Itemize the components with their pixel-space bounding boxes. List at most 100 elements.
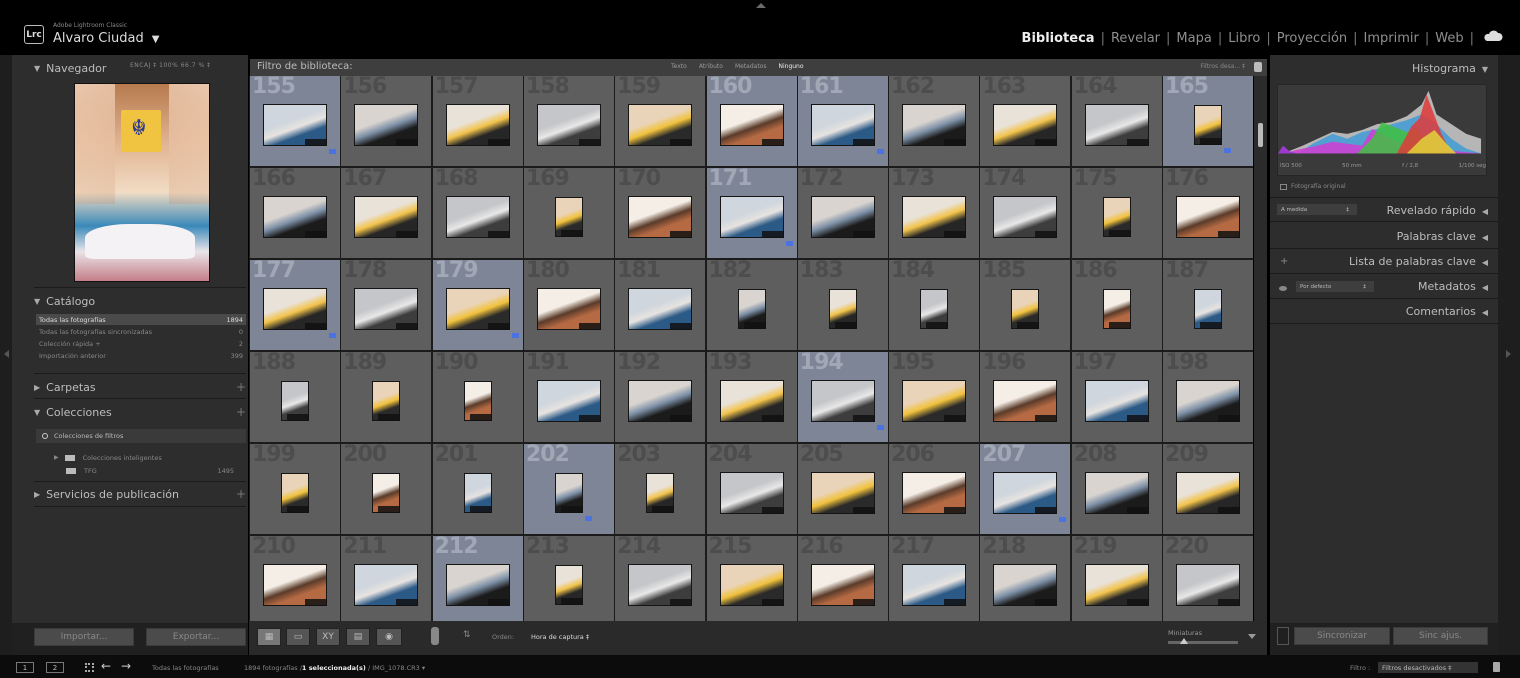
catalog-row-all-photos[interactable]: Todas las fotografías 1894 [36, 314, 246, 325]
photo-badges-icon[interactable] [944, 231, 967, 238]
collection-tfg[interactable]: TFG 1495 [36, 465, 246, 476]
folders-header[interactable]: ▶ Carpetas + [34, 378, 246, 396]
photo-cell[interactable]: 191 [523, 352, 614, 442]
photo-cell[interactable]: 215 [706, 536, 797, 621]
photo-cell[interactable]: 210 [250, 536, 340, 621]
photo-cell[interactable]: 200 [341, 444, 432, 534]
photo-badges-icon[interactable] [761, 415, 784, 422]
lock-icon[interactable] [1254, 62, 1262, 72]
photo-cell[interactable]: 172 [797, 168, 888, 258]
quick-develop-preset-select[interactable]: A medida ‡ [1277, 204, 1357, 215]
photo-cell[interactable]: 187 [1163, 260, 1253, 350]
photo-badges-icon[interactable] [1035, 231, 1058, 238]
module-web[interactable]: Web [1429, 31, 1469, 46]
photo-cell[interactable]: 166 [250, 168, 340, 258]
photo-badges-icon[interactable] [469, 414, 492, 421]
photo-badges-icon[interactable] [1126, 507, 1149, 514]
photo-badges-icon[interactable] [670, 415, 693, 422]
cloud-icon[interactable] [1483, 30, 1503, 42]
photo-cell[interactable]: 167 [341, 168, 432, 258]
photo-badges-icon[interactable] [1035, 599, 1058, 606]
photo-cell[interactable]: 163 [980, 76, 1071, 166]
photo-badges-icon[interactable] [1126, 415, 1149, 422]
photo-badges-icon[interactable] [852, 415, 875, 422]
photo-badges-icon[interactable] [305, 231, 327, 238]
histogram-header[interactable]: Histograma ▼ [1412, 62, 1488, 75]
module-imprimir[interactable]: Imprimir [1358, 31, 1425, 46]
photo-badges-icon[interactable] [1035, 139, 1058, 146]
photo-badges-icon[interactable] [1108, 322, 1131, 329]
photo-badges-icon[interactable] [560, 598, 583, 605]
photo-cell[interactable]: 155 [250, 76, 340, 166]
sync-settings-button[interactable]: Sinc ajus. [1393, 627, 1488, 645]
photo-cell[interactable]: 194 [797, 352, 888, 442]
people-view-icon[interactable]: ◉ [376, 628, 402, 646]
keywording-header[interactable]: Palabras clave ◀ [1397, 230, 1488, 243]
quick-collection-marker-icon[interactable] [1059, 517, 1067, 522]
photo-cell[interactable]: 171 [706, 168, 797, 258]
filter-tab-atributo[interactable]: Atributo [693, 63, 729, 70]
photo-cell[interactable]: 157 [432, 76, 523, 166]
photo-cell[interactable]: 179 [432, 260, 523, 350]
photo-badges-icon[interactable] [670, 323, 693, 330]
photo-badges-icon[interactable] [396, 323, 419, 330]
loupe-view-icon[interactable]: ▭ [286, 628, 310, 646]
photo-cell[interactable]: 192 [615, 352, 706, 442]
photo-cell[interactable]: 181 [615, 260, 706, 350]
photo-badges-icon[interactable] [1218, 415, 1240, 422]
photo-badges-icon[interactable] [1200, 138, 1222, 145]
sync-button[interactable]: Sincronizar [1294, 627, 1390, 645]
photo-badges-icon[interactable] [852, 139, 875, 146]
thumbnail-slider-knob[interactable] [1180, 638, 1188, 644]
navigator-preview[interactable]: ☬ [74, 83, 210, 282]
photo-badges-icon[interactable] [469, 506, 492, 513]
photo-cell[interactable]: 198 [1163, 352, 1253, 442]
photo-cell[interactable]: 220 [1163, 536, 1253, 621]
painter-spray-icon[interactable] [431, 627, 439, 645]
filter-tab-texto[interactable]: Texto [665, 63, 693, 70]
collections-header[interactable]: ▼ Colecciones + [34, 403, 246, 421]
photo-cell[interactable]: 174 [980, 168, 1071, 258]
photo-cell[interactable]: 183 [797, 260, 888, 350]
photo-cell[interactable]: 184 [889, 260, 980, 350]
navigator-zoom-options[interactable]: ENCAJ ‡ 100% 66.7 % ‡ [130, 62, 211, 69]
photo-badges-icon[interactable] [852, 599, 875, 606]
photo-badges-icon[interactable] [578, 139, 601, 146]
eye-icon[interactable] [1279, 286, 1287, 291]
filmstrip-filter-select[interactable]: Filtros desactivados ‡ [1378, 662, 1478, 673]
grid-scrollbar-thumb[interactable] [1258, 123, 1263, 147]
photo-badges-icon[interactable] [834, 322, 857, 329]
photo-badges-icon[interactable] [305, 323, 327, 330]
photo-cell[interactable]: 211 [341, 536, 432, 621]
photo-badges-icon[interactable] [578, 415, 601, 422]
photo-cell[interactable]: 162 [889, 76, 980, 166]
photo-cell[interactable]: 178 [341, 260, 432, 350]
photo-cell[interactable]: 196 [980, 352, 1071, 442]
photo-badges-icon[interactable] [926, 322, 949, 329]
catalog-row-quick-collection[interactable]: Colección rápida + 2 [36, 338, 246, 349]
photo-cell[interactable]: 175 [1071, 168, 1162, 258]
photo-cell[interactable]: 160 [706, 76, 797, 166]
module-libro[interactable]: Libro [1222, 31, 1266, 46]
photo-cell[interactable]: 217 [889, 536, 980, 621]
filter-tab-ninguno[interactable]: Ninguno [772, 63, 809, 70]
top-panel-toggle-icon[interactable] [756, 3, 766, 8]
photo-cell[interactable]: 190 [432, 352, 523, 442]
photo-cell[interactable]: 189 [341, 352, 432, 442]
photo-cell[interactable]: 161 [797, 76, 888, 166]
photo-badges-icon[interactable] [487, 139, 510, 146]
photo-cell[interactable]: 193 [706, 352, 797, 442]
user-name[interactable]: Alvaro Ciudad ▼ [53, 31, 159, 46]
photo-badges-icon[interactable] [1218, 599, 1240, 606]
photo-cell[interactable]: 205 [797, 444, 888, 534]
photo-badges-icon[interactable] [396, 599, 419, 606]
photo-badges-icon[interactable] [487, 599, 510, 606]
quick-collection-marker-icon[interactable] [329, 149, 336, 154]
photo-badges-icon[interactable] [743, 322, 766, 329]
photo-badges-icon[interactable] [378, 414, 401, 421]
photo-cell[interactable]: 216 [797, 536, 888, 621]
photo-cell[interactable]: 195 [889, 352, 980, 442]
photo-badges-icon[interactable] [560, 230, 583, 237]
comments-header[interactable]: Comentarios ◀ [1406, 305, 1488, 318]
thumbnail-size-slider[interactable] [1168, 641, 1238, 644]
